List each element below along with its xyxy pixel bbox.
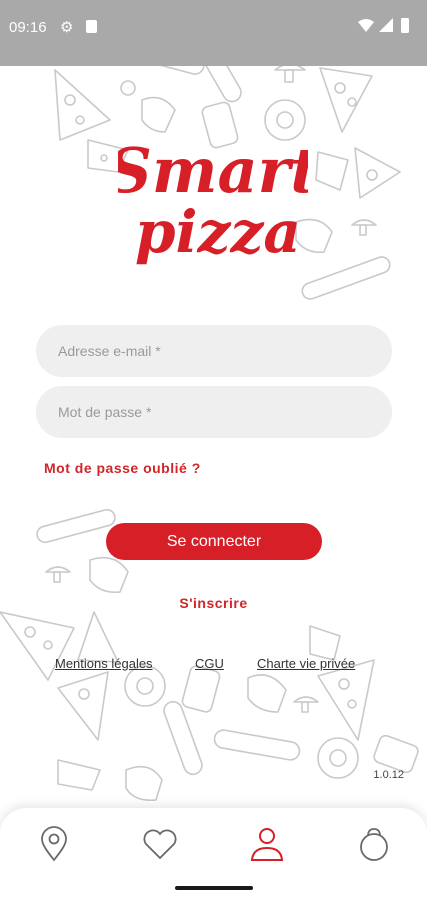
email-field[interactable]	[36, 325, 392, 377]
forgot-password-link[interactable]: Mot de passe oublié ?	[44, 460, 201, 476]
pizza-slice-icon	[317, 659, 375, 741]
heart-icon[interactable]	[140, 824, 180, 864]
wifi-icon	[358, 19, 374, 32]
pizza-slice-icon	[54, 69, 111, 141]
home-indicator	[175, 886, 253, 890]
app-version: 1.0.12	[373, 769, 404, 781]
battery-icon	[401, 18, 409, 33]
baguette-icon	[36, 508, 116, 544]
legal-mentions-link[interactable]: Mentions légales	[55, 656, 153, 671]
signup-link[interactable]: S'inscrire	[0, 595, 427, 611]
mushroom-icon	[293, 696, 319, 713]
privacy-policy-link[interactable]: Charte vie privée	[257, 656, 355, 671]
can-icon	[373, 734, 419, 774]
password-field[interactable]	[36, 386, 392, 438]
gear-icon: ⚙	[60, 19, 74, 36]
smart-pizza-logo: Smart pizza	[118, 134, 308, 266]
status-time: 09:16	[9, 19, 47, 36]
status-icons	[358, 18, 409, 33]
olive-icon	[120, 80, 136, 96]
mushroom-icon	[274, 63, 306, 83]
cheese-icon	[315, 151, 349, 191]
location-pin-icon[interactable]	[34, 824, 74, 864]
signal-icon	[379, 18, 393, 32]
tomato-icon	[317, 737, 359, 779]
pizza-slice-icon	[354, 147, 401, 199]
tomato-icon	[124, 665, 166, 707]
status-bar: 09:16 ⚙	[0, 0, 427, 66]
can-icon	[181, 665, 221, 713]
logo-line-1: Smart	[118, 134, 308, 207]
cheese-icon	[57, 759, 101, 791]
pepper-icon	[89, 556, 129, 594]
pizza-slice-icon	[319, 67, 373, 133]
baguette-icon	[163, 700, 203, 776]
baguette-icon	[213, 729, 301, 761]
pepper-icon	[247, 674, 287, 713]
user-icon[interactable]	[247, 824, 287, 864]
login-button[interactable]: Se connecter	[106, 523, 322, 560]
shopping-bag-icon[interactable]	[354, 824, 394, 864]
cgu-link[interactable]: CGU	[195, 656, 224, 671]
mushroom-icon	[45, 566, 71, 583]
mushroom-icon	[351, 219, 377, 236]
cheese-icon	[309, 625, 341, 661]
pizza-slice-icon	[57, 671, 109, 741]
pepper-icon	[125, 765, 163, 802]
sim-card-icon	[86, 20, 97, 33]
pizza-slice-icon	[77, 611, 119, 663]
logo-line-2: pizza	[135, 198, 301, 266]
baguette-icon	[301, 256, 391, 300]
